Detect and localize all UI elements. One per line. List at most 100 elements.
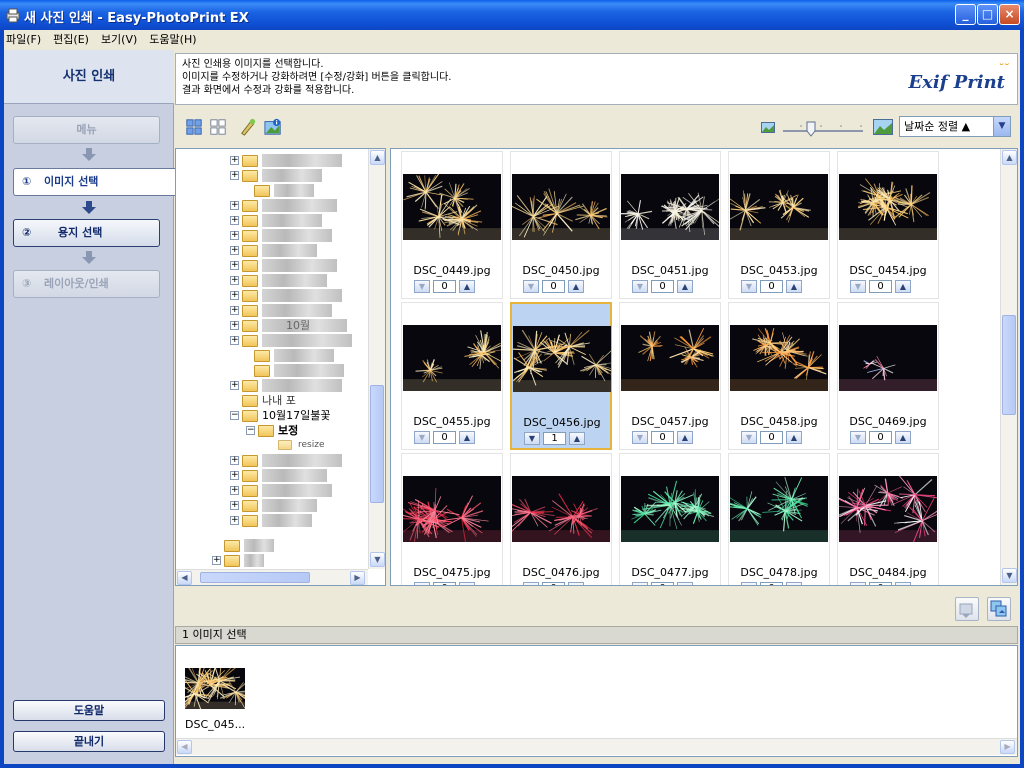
decrease-count-button[interactable]: ▼ [632, 280, 648, 293]
tree-expander-icon[interactable]: + [230, 246, 239, 255]
print-count-stepper[interactable]: ▼0▲ [632, 431, 710, 445]
decrease-count-button[interactable]: ▼ [523, 582, 539, 585]
tree-node[interactable]: + [176, 168, 366, 183]
print-count-value[interactable]: 0 [433, 431, 456, 444]
thumbnail-tile[interactable]: DSC_0475.jpg ▼0▲ [401, 453, 503, 585]
tree-node[interactable] [176, 348, 366, 363]
print-count-stepper[interactable]: ▼0▲ [741, 431, 819, 445]
decrease-count-button[interactable]: ▼ [414, 431, 430, 444]
tree-node[interactable] [176, 538, 366, 553]
print-count-value[interactable]: 0 [433, 582, 456, 585]
thumbnail-image[interactable] [513, 326, 611, 392]
menu-help[interactable]: 도움말(H) [143, 30, 202, 49]
increase-count-button[interactable]: ▲ [568, 280, 584, 293]
tree-node[interactable]: + [176, 213, 366, 228]
tree-expander-icon[interactable]: + [230, 516, 239, 525]
tree-expander-icon[interactable]: + [230, 321, 239, 330]
decrease-count-button[interactable]: ▼ [632, 431, 648, 444]
print-count-stepper[interactable]: ▼0▲ [850, 582, 928, 585]
thumbnail-image[interactable] [730, 325, 828, 391]
step-layout-print[interactable]: ③ 레이아웃/인쇄 [13, 270, 160, 298]
thumbnail-image[interactable] [403, 174, 501, 240]
scroll-thumb[interactable] [1002, 315, 1016, 415]
decrease-count-button[interactable]: ▼ [741, 280, 757, 293]
print-count-value[interactable]: 0 [542, 582, 565, 585]
scroll-right-button[interactable]: ▶ [350, 571, 365, 585]
selection-horizontal-scrollbar[interactable]: ◀ ▶ [176, 738, 1017, 755]
increase-count-button[interactable]: ▲ [459, 280, 475, 293]
tree-node[interactable] [176, 183, 366, 198]
print-count-value[interactable]: 0 [869, 431, 892, 444]
thumbnail-image[interactable] [839, 476, 937, 542]
thumbnail-image[interactable] [730, 476, 828, 542]
tree-expander-icon[interactable]: + [230, 381, 239, 390]
menu-button[interactable]: 메뉴 [13, 116, 160, 144]
thumbnail-image[interactable] [839, 325, 937, 391]
scroll-left-button[interactable]: ◀ [177, 571, 192, 585]
thumbnail-tile[interactable]: DSC_0454.jpg ▼ 0 ▲ [837, 151, 939, 299]
scroll-right-button[interactable]: ▶ [1000, 740, 1015, 754]
scroll-thumb[interactable] [200, 572, 310, 583]
tree-node[interactable]: + [176, 258, 366, 273]
tree-expander-icon[interactable]: − [230, 411, 239, 420]
print-count-stepper[interactable]: ▼0▲ [523, 280, 601, 294]
menu-file[interactable]: 파일(F) [0, 30, 47, 49]
tree-node[interactable]: + [176, 513, 366, 528]
decrease-count-button[interactable]: ▼ [523, 280, 539, 293]
increase-count-button[interactable]: ▲ [677, 431, 693, 444]
tree-node[interactable]: + [176, 288, 366, 303]
deselect-all-icon[interactable] [208, 117, 228, 137]
print-count-stepper[interactable]: ▼ 1 ▲ [524, 432, 602, 446]
tree-node[interactable] [176, 363, 366, 378]
decrease-count-button[interactable]: ▼ [850, 431, 866, 444]
thumbnail-tile[interactable]: DSC_0478.jpg ▼0▲ [728, 453, 830, 585]
tree-node[interactable]: − 10월17일불꽃 [176, 408, 366, 423]
increase-count-button[interactable]: ▲ [569, 432, 585, 445]
tree-expander-icon[interactable]: + [230, 156, 239, 165]
tree-node[interactable]: + [176, 273, 366, 288]
increase-count-button[interactable]: ▲ [568, 582, 584, 585]
print-count-value[interactable]: 1 [543, 432, 566, 445]
tree-expander-icon[interactable]: + [230, 231, 239, 240]
tree-node[interactable]: + [176, 198, 366, 213]
increase-count-button[interactable]: ▲ [895, 431, 911, 444]
decrease-count-button[interactable]: ▼ [741, 431, 757, 444]
scroll-up-button[interactable]: ▲ [1002, 150, 1017, 165]
scroll-left-button[interactable]: ◀ [177, 740, 192, 754]
decrease-count-button[interactable]: ▼ [850, 280, 866, 293]
print-count-value[interactable]: 0 [433, 280, 456, 293]
thumbnail-tile[interactable]: DSC_0458.jpg ▼ 0 ▲ [728, 302, 830, 450]
tree-vertical-scrollbar[interactable]: ▲ ▼ [368, 149, 385, 569]
thumbnail-tile[interactable]: DSC_0453.jpg ▼ 0 ▲ [728, 151, 830, 299]
selected-image-thumbnail[interactable] [185, 668, 245, 709]
tree-horizontal-scrollbar[interactable]: ◀ ▶ [176, 569, 368, 585]
print-count-value[interactable]: 0 [869, 280, 892, 293]
tree-node[interactable]: 나내 포 [176, 393, 366, 408]
tree-node[interactable]: + [176, 333, 366, 348]
image-info-icon[interactable] [263, 117, 283, 137]
thumbnail-image[interactable] [621, 174, 719, 240]
minimize-button[interactable]: _ [955, 4, 976, 25]
print-count-value[interactable]: 0 [869, 582, 892, 585]
decrease-count-button[interactable]: ▼ [414, 280, 430, 293]
thumbnail-tile[interactable]: DSC_0457.jpg ▼ 0 ▲ [619, 302, 721, 450]
thumbnail-image[interactable] [730, 174, 828, 240]
thumbnail-tile[interactable]: DSC_0449.jpg ▼ 0 ▲ [401, 151, 503, 299]
print-count-stepper[interactable]: ▼0▲ [741, 280, 819, 294]
thumbnail-image[interactable] [839, 174, 937, 240]
tree-expander-icon[interactable]: + [230, 276, 239, 285]
print-count-stepper[interactable]: ▼0▲ [414, 280, 492, 294]
close-button[interactable]: × [999, 4, 1020, 25]
tree-expander-icon[interactable]: + [230, 201, 239, 210]
scroll-down-button[interactable]: ▼ [370, 552, 385, 567]
select-all-icon[interactable] [184, 117, 204, 137]
scroll-down-button[interactable]: ▼ [1002, 568, 1017, 583]
tree-expander-icon[interactable]: + [230, 336, 239, 345]
tree-node[interactable]: +10월 [176, 318, 366, 333]
increase-count-button[interactable]: ▲ [459, 582, 475, 585]
increase-count-button[interactable]: ▲ [459, 431, 475, 444]
grid-vertical-scrollbar[interactable]: ▲ ▼ [1000, 149, 1017, 585]
print-count-value[interactable]: 0 [760, 280, 783, 293]
increase-count-button[interactable]: ▲ [895, 582, 911, 585]
thumbnail-tile[interactable]: DSC_0456.jpg ▼ 1 ▲ [510, 302, 612, 450]
